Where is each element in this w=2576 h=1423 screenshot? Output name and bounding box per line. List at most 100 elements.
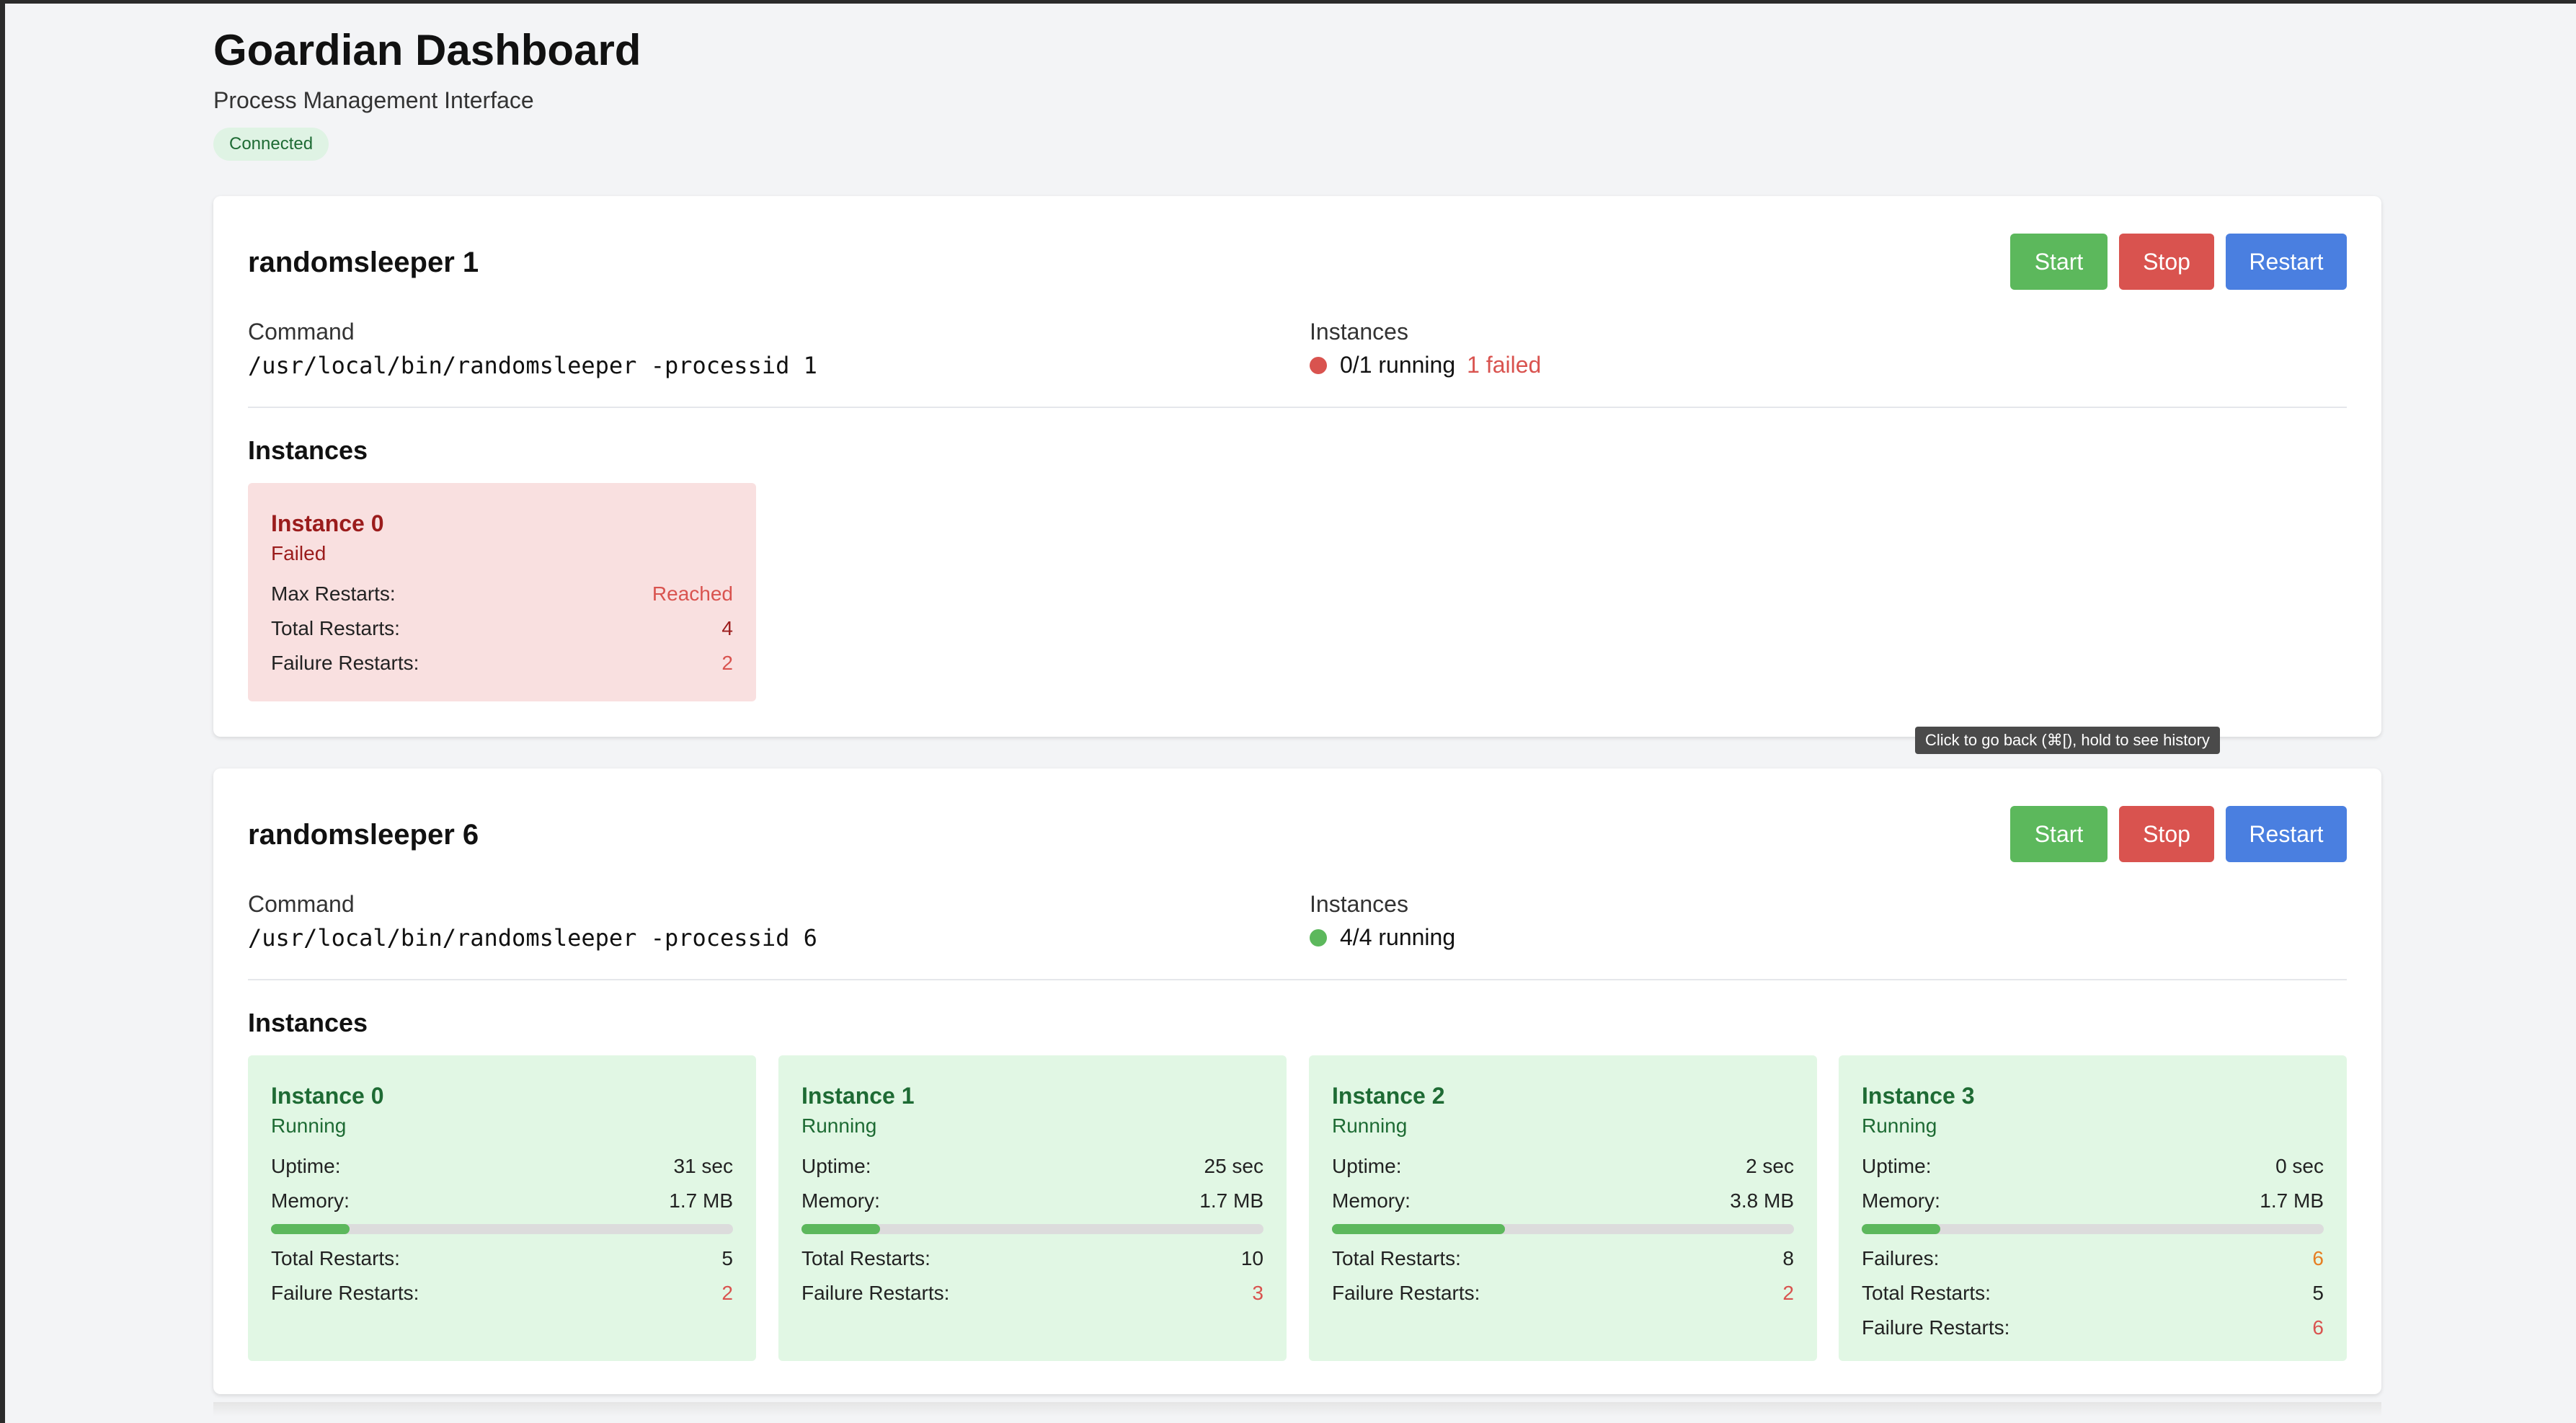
next-card-edge [213, 1402, 2381, 1417]
stat-memory: Memory: 1.7 MB [271, 1184, 733, 1218]
instance-state: Running [1332, 1114, 1408, 1137]
stop-button[interactable]: Stop [2119, 234, 2214, 290]
stat-label: Total Restarts: [1332, 1247, 1461, 1269]
stat-label: Uptime: [801, 1155, 871, 1177]
page-subtitle: Process Management Interface [213, 87, 534, 113]
status-dot-icon [1310, 928, 1327, 947]
stat-label: Failure Restarts: [801, 1282, 950, 1304]
instance-card: Instance 2 Running Uptime: 2 sec Memory:… [1309, 1055, 1817, 1361]
instance-state: Running [801, 1114, 877, 1137]
back-button-tooltip: Click to go back (⌘[), hold to see histo… [1915, 727, 2220, 754]
instance-title: Instance 1 [801, 1083, 915, 1109]
stat-value: 4 [721, 617, 733, 639]
stat-value: 1.7 MB [669, 1189, 733, 1212]
instance-state: Failed [271, 542, 327, 564]
stat-label: Memory: [1332, 1189, 1411, 1212]
stat-label: Total Restarts: [801, 1247, 931, 1269]
stat-label: Failure Restarts: [271, 652, 419, 674]
stat-memory: Memory: 1.7 MB [801, 1184, 1263, 1218]
instances-section-title: Instances [248, 1008, 368, 1037]
memory-bar [801, 1224, 1263, 1234]
process-actions: Start Stop Restart [2010, 806, 2347, 862]
stat-label: Max Restarts: [271, 582, 396, 605]
command-value: /usr/local/bin/randomsleeper -processid … [248, 352, 817, 379]
stat-max-restarts: Max Restarts: Reached [271, 577, 733, 611]
stat-total-restarts: Total Restarts: 4 [271, 611, 733, 646]
stat-label: Memory: [801, 1189, 880, 1212]
memory-bar-fill [271, 1224, 350, 1234]
failed-count: 1 failed [1467, 352, 1542, 378]
restart-button[interactable]: Restart [2226, 806, 2347, 862]
stat-value: 2 sec [1746, 1155, 1794, 1177]
browser-window: Goardian Dashboard Process Management In… [5, 4, 2576, 1423]
stat-label: Uptime: [1332, 1155, 1402, 1177]
running-count: 4/4 running [1340, 924, 1456, 950]
instances-summary: 4/4 running [1310, 924, 1455, 951]
divider [248, 407, 2347, 408]
stat-total-restarts: Total Restarts: 5 [1862, 1276, 2324, 1311]
instance-state: Running [271, 1114, 347, 1137]
command-value: /usr/local/bin/randomsleeper -processid … [248, 924, 817, 952]
stat-failure-restarts: Failure Restarts: 2 [1332, 1276, 1794, 1311]
stat-memory: Memory: 3.8 MB [1332, 1184, 1794, 1218]
memory-bar-fill [1862, 1224, 1940, 1234]
stat-value: 8 [1782, 1247, 1794, 1269]
process-name: randomsleeper 1 [248, 247, 479, 278]
memory-bar [1332, 1224, 1794, 1234]
stat-label: Failures: [1862, 1247, 1940, 1269]
stat-total-restarts: Total Restarts: 8 [1332, 1241, 1794, 1276]
stat-value: 5 [721, 1247, 733, 1269]
instance-card: Instance 3 Running Uptime: 0 sec Memory:… [1839, 1055, 2347, 1361]
header: Goardian Dashboard Process Management In… [213, 4, 2389, 161]
stat-uptime: Uptime: 31 sec [271, 1149, 733, 1184]
instances-label: Instances [1310, 891, 1408, 917]
restart-button[interactable]: Restart [2226, 234, 2347, 290]
stat-uptime: Uptime: 0 sec [1862, 1149, 2324, 1184]
stat-label: Failure Restarts: [1332, 1282, 1480, 1304]
page-title: Goardian Dashboard [213, 26, 641, 74]
stat-value: 5 [2312, 1282, 2324, 1304]
instance-card: Instance 1 Running Uptime: 25 sec Memory… [778, 1055, 1287, 1361]
stat-label: Uptime: [1862, 1155, 1932, 1177]
stat-uptime: Uptime: 2 sec [1332, 1149, 1794, 1184]
stat-total-restarts: Total Restarts: 10 [801, 1241, 1263, 1276]
stat-label: Total Restarts: [1862, 1282, 1991, 1304]
stat-failures: Failures: 6 [1862, 1241, 2324, 1276]
instances-summary: 0/1 running 1 failed [1310, 352, 1541, 378]
start-button[interactable]: Start [2010, 806, 2108, 862]
stat-value: 1.7 MB [1199, 1189, 1263, 1212]
stat-value: 10 [1240, 1247, 1263, 1269]
process-name: randomsleeper 6 [248, 819, 479, 851]
stat-value: 31 sec [673, 1155, 734, 1177]
stat-value: 2 [721, 652, 733, 674]
stop-button[interactable]: Stop [2119, 806, 2214, 862]
stat-label: Memory: [1862, 1189, 1940, 1212]
instances-section-title: Instances [248, 435, 368, 465]
instance-title: Instance 3 [1862, 1083, 1975, 1109]
stat-label: Uptime: [271, 1155, 341, 1177]
running-count: 0/1 running [1340, 352, 1456, 378]
stat-value: 6 [2312, 1316, 2324, 1339]
stat-total-restarts: Total Restarts: 5 [271, 1241, 733, 1276]
stat-failure-restarts: Failure Restarts: 2 [271, 1276, 733, 1311]
instance-card: Instance 0 Running Uptime: 31 sec Memory… [248, 1055, 756, 1361]
instance-state: Running [1862, 1114, 1937, 1137]
instance-title: Instance 0 [271, 510, 384, 536]
memory-bar [1862, 1224, 2324, 1234]
instance-title: Instance 0 [271, 1083, 384, 1109]
status-dot-icon [1310, 356, 1327, 374]
stat-failure-restarts: Failure Restarts: 6 [1862, 1311, 2324, 1345]
stat-value: 0 sec [2275, 1155, 2324, 1177]
stat-value: 2 [721, 1282, 733, 1304]
divider [248, 979, 2347, 980]
stat-label: Total Restarts: [271, 1247, 400, 1269]
instance-title: Instance 2 [1332, 1083, 1445, 1109]
process-card: randomsleeper 6 Start Stop Restart Comma… [213, 768, 2381, 1394]
start-button[interactable]: Start [2010, 234, 2108, 290]
stat-label: Failure Restarts: [1862, 1316, 2010, 1339]
stat-value: 3 [1252, 1282, 1263, 1304]
dashboard-content: Goardian Dashboard Process Management In… [213, 4, 2389, 1394]
stat-memory: Memory: 1.7 MB [1862, 1184, 2324, 1218]
stat-failure-restarts: Failure Restarts: 2 [271, 646, 733, 681]
stat-value: 1.7 MB [2260, 1189, 2324, 1212]
